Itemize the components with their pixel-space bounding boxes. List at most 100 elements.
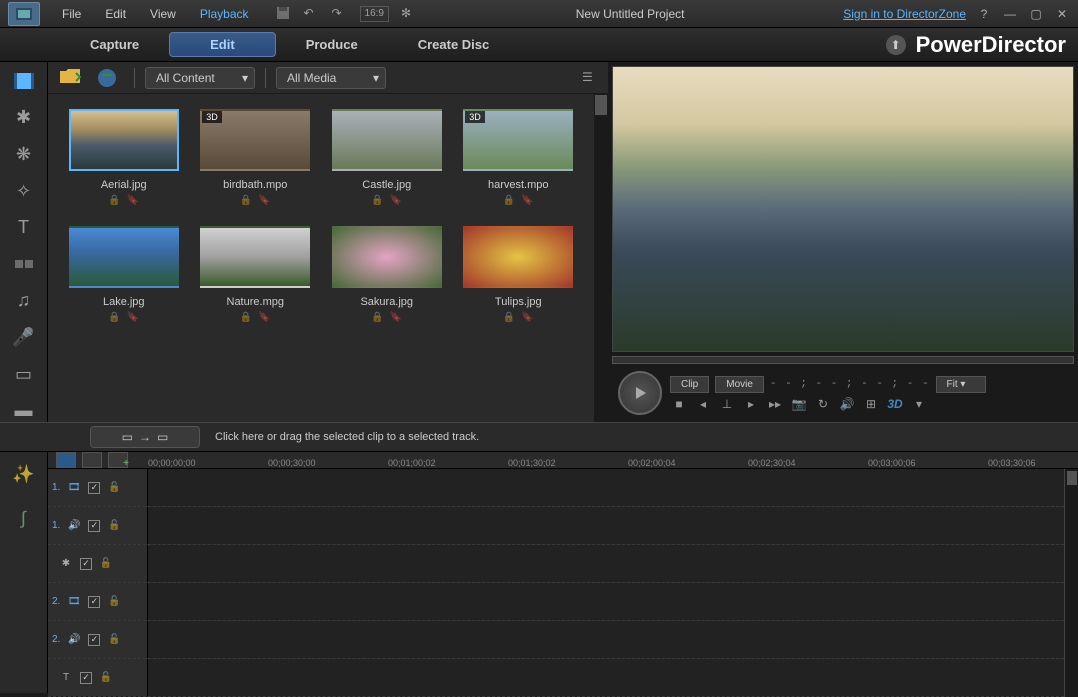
- media-item[interactable]: Aerial.jpg🔒🔖: [63, 109, 185, 206]
- title-room-icon[interactable]: T: [12, 216, 36, 239]
- media-thumbnail[interactable]: [69, 109, 179, 171]
- chapter-room-icon[interactable]: ▭: [12, 363, 36, 386]
- save-icon[interactable]: [276, 6, 292, 22]
- timeline-track[interactable]: ✱✓🔓: [48, 545, 1064, 583]
- loop-icon[interactable]: ↻: [814, 397, 832, 411]
- particle-room-icon[interactable]: ✧: [12, 180, 36, 203]
- fast-forward-icon[interactable]: ▸▸: [766, 397, 784, 411]
- 3d-toggle[interactable]: 3D: [886, 397, 904, 411]
- play-button[interactable]: [618, 371, 662, 415]
- menu-file[interactable]: File: [50, 3, 93, 25]
- track-lane[interactable]: [148, 507, 1064, 544]
- transition-room-icon[interactable]: [12, 253, 36, 276]
- 3d-dropdown-icon[interactable]: ▾: [910, 397, 928, 411]
- media-thumbnail[interactable]: 3D: [463, 109, 573, 171]
- timeline-track[interactable]: 1.🔊✓🔓: [48, 507, 1064, 545]
- track-lock-icon[interactable]: 🔓: [98, 671, 114, 685]
- track-lane[interactable]: [148, 659, 1064, 696]
- preview-viewport[interactable]: [612, 66, 1074, 352]
- close-icon[interactable]: ✕: [1054, 6, 1070, 22]
- dock-icon[interactable]: ⊞: [862, 397, 880, 411]
- add-track-button[interactable]: +: [108, 452, 128, 468]
- storyboard-view-button[interactable]: [82, 452, 102, 468]
- menu-view[interactable]: View: [138, 3, 188, 25]
- track-lock-icon[interactable]: 🔓: [106, 633, 122, 647]
- aspect-ratio-dropdown[interactable]: 16:9: [360, 6, 389, 22]
- svrt-icon[interactable]: ∫: [12, 506, 36, 530]
- tab-produce[interactable]: Produce: [276, 31, 388, 58]
- zoom-fit-dropdown[interactable]: Fit ▾: [936, 376, 986, 393]
- media-room-icon[interactable]: [12, 70, 36, 93]
- step-icon[interactable]: ⊥: [718, 397, 736, 411]
- import-folder-icon[interactable]: [58, 67, 86, 89]
- media-item[interactable]: 3Dharvest.mpo🔒🔖: [458, 109, 580, 206]
- upload-icon[interactable]: ⬆: [886, 35, 906, 55]
- media-item[interactable]: Lake.jpg🔒🔖: [63, 226, 185, 323]
- timeline-track[interactable]: 2.🎞✓🔓: [48, 583, 1064, 621]
- media-scrollbar[interactable]: [594, 94, 608, 422]
- track-visible-checkbox[interactable]: ✓: [80, 672, 92, 684]
- track-lane[interactable]: [148, 545, 1064, 582]
- track-lock-icon[interactable]: 🔓: [106, 481, 122, 495]
- track-visible-checkbox[interactable]: ✓: [88, 634, 100, 646]
- content-filter-dropdown[interactable]: All Content: [145, 67, 255, 89]
- media-item[interactable]: Tulips.jpg🔒🔖: [458, 226, 580, 323]
- media-item[interactable]: Castle.jpg🔒🔖: [326, 109, 448, 206]
- media-filter-dropdown[interactable]: All Media: [276, 67, 386, 89]
- movie-mode-button[interactable]: Movie: [715, 376, 764, 393]
- media-thumbnail[interactable]: [332, 109, 442, 171]
- media-item[interactable]: Nature.mpg🔒🔖: [195, 226, 317, 323]
- track-visible-checkbox[interactable]: ✓: [80, 558, 92, 570]
- prev-frame-icon[interactable]: ◂: [694, 397, 712, 411]
- volume-icon[interactable]: 🔊: [838, 397, 856, 411]
- timeline-track[interactable]: 1.🎞✓🔓: [48, 469, 1064, 507]
- timeline-track[interactable]: T✓🔓: [48, 659, 1064, 697]
- scrub-bar[interactable]: [612, 356, 1074, 364]
- track-lane[interactable]: [148, 469, 1064, 506]
- subtitle-room-icon[interactable]: ▬: [12, 399, 36, 422]
- stop-icon[interactable]: ■: [670, 397, 688, 411]
- timeline-scrollbar[interactable]: [1064, 469, 1078, 697]
- timeline-ruler[interactable]: 00;00;00;0000;00;30;0000;01;00;0200;01;3…: [148, 452, 1078, 468]
- signin-link[interactable]: Sign in to DirectorZone: [843, 7, 966, 21]
- track-visible-checkbox[interactable]: ✓: [88, 520, 100, 532]
- undo-icon[interactable]: ↶: [304, 6, 320, 22]
- media-thumbnail[interactable]: [463, 226, 573, 288]
- settings-icon[interactable]: ✻: [401, 6, 417, 22]
- track-lock-icon[interactable]: 🔓: [98, 557, 114, 571]
- next-frame-icon[interactable]: ▸: [742, 397, 760, 411]
- track-lane[interactable]: [148, 583, 1064, 620]
- voice-room-icon[interactable]: 🎤: [12, 326, 36, 349]
- maximize-icon[interactable]: ▢: [1028, 6, 1044, 22]
- magic-tools-icon[interactable]: ✨: [12, 462, 36, 486]
- timeline-track[interactable]: 2.🔊✓🔓: [48, 621, 1064, 659]
- insert-clip-button[interactable]: ▭ → ▭: [90, 426, 200, 448]
- track-lock-icon[interactable]: 🔓: [106, 595, 122, 609]
- media-thumbnail[interactable]: [200, 226, 310, 288]
- pip-room-icon[interactable]: ❋: [12, 143, 36, 166]
- view-menu-icon[interactable]: ☰: [582, 70, 598, 86]
- tab-create-disc[interactable]: Create Disc: [388, 31, 520, 58]
- track-visible-checkbox[interactable]: ✓: [88, 596, 100, 608]
- tab-capture[interactable]: Capture: [60, 31, 169, 58]
- menu-playback[interactable]: Playback: [188, 3, 261, 25]
- media-thumbnail[interactable]: [69, 226, 179, 288]
- media-item[interactable]: Sakura.jpg🔒🔖: [326, 226, 448, 323]
- track-lane[interactable]: [148, 621, 1064, 658]
- download-icon[interactable]: [96, 67, 124, 89]
- timeline-view-button[interactable]: [56, 452, 76, 468]
- snapshot-icon[interactable]: 📷: [790, 397, 808, 411]
- media-thumbnail[interactable]: 3D: [200, 109, 310, 171]
- menu-edit[interactable]: Edit: [93, 3, 138, 25]
- clip-mode-button[interactable]: Clip: [670, 376, 709, 393]
- fx-room-icon[interactable]: ✱: [12, 107, 36, 130]
- tab-edit[interactable]: Edit: [169, 32, 276, 57]
- media-item[interactable]: 3Dbirdbath.mpo🔒🔖: [195, 109, 317, 206]
- redo-icon[interactable]: ↷: [332, 6, 348, 22]
- track-visible-checkbox[interactable]: ✓: [88, 482, 100, 494]
- minimize-icon[interactable]: —: [1002, 6, 1018, 22]
- audio-room-icon[interactable]: ♫: [12, 290, 36, 313]
- help-icon[interactable]: ?: [976, 6, 992, 22]
- media-thumbnail[interactable]: [332, 226, 442, 288]
- track-lock-icon[interactable]: 🔓: [106, 519, 122, 533]
